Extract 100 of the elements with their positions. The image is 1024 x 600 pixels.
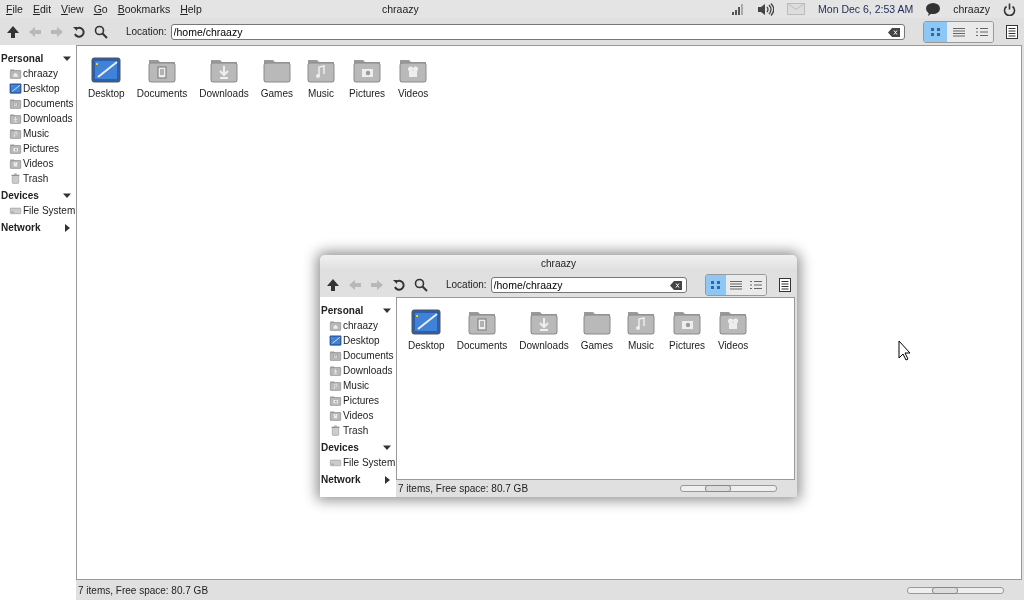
sidebar-item[interactable]: Trash — [0, 171, 76, 186]
icons-view-button[interactable] — [705, 274, 726, 295]
menu-item[interactable]: Edit — [32, 3, 52, 15]
sidebar-item[interactable]: Downloads — [320, 363, 396, 378]
zoom-slider[interactable] — [680, 485, 777, 492]
file-item[interactable]: Pictures — [344, 54, 391, 99]
list-view-button[interactable] — [725, 274, 746, 295]
sidebar-item[interactable]: chraazy — [0, 66, 76, 81]
sidebar-item-label[interactable]: Music — [343, 380, 370, 391]
icons-view-button[interactable] — [924, 21, 947, 42]
sidebar-item-label[interactable]: chraazy — [343, 320, 378, 331]
file-item[interactable]: Downloads — [194, 54, 254, 99]
expander-down-icon[interactable] — [383, 306, 391, 315]
zoom-slider-thumb[interactable] — [932, 586, 959, 594]
sidebar-item-label[interactable]: File System — [23, 205, 76, 216]
file-label[interactable]: Pictures — [669, 340, 706, 351]
sidebar-item-label[interactable]: File System — [343, 457, 396, 468]
volume-icon[interactable] — [757, 2, 775, 16]
sidebar-item[interactable]: Documents — [0, 96, 76, 111]
menu-item[interactable]: Help — [180, 3, 202, 15]
file-label[interactable]: Pictures — [349, 88, 386, 99]
sidebar-item-label[interactable]: Documents — [23, 98, 74, 109]
sidebar-item[interactable]: Videos — [320, 408, 396, 423]
user-name[interactable]: chraazy — [953, 3, 990, 15]
menu-item[interactable]: Bookmarks — [117, 3, 171, 15]
sidebar-item[interactable]: Pictures — [320, 393, 396, 408]
file-item[interactable]: Videos — [712, 306, 755, 351]
file-label[interactable]: Downloads — [199, 88, 249, 99]
sidebar-item[interactable]: File System — [320, 455, 396, 470]
menu-item[interactable]: File — [6, 3, 23, 15]
location-field[interactable]: /home/chraazy — [170, 23, 905, 40]
file-label[interactable]: Music — [627, 340, 655, 351]
file-label[interactable]: Videos — [717, 340, 749, 351]
power-icon[interactable] — [1003, 2, 1016, 16]
file-label[interactable]: Videos — [397, 88, 429, 99]
sidebar-item-label[interactable]: Downloads — [23, 113, 73, 124]
file-label[interactable]: Documents — [136, 88, 188, 99]
file-label[interactable]: Downloads — [519, 340, 569, 351]
sidebar-item-label[interactable]: Pictures — [23, 143, 60, 154]
sidebar-item[interactable]: Documents — [320, 348, 396, 363]
file-item[interactable]: Music — [300, 54, 342, 99]
file-item[interactable]: Music — [620, 306, 662, 351]
sidebar-item-label[interactable]: Desktop — [343, 335, 380, 346]
compact-view-button[interactable] — [970, 21, 993, 42]
sidebar-item-label[interactable]: Documents — [343, 350, 394, 361]
sidebar-item[interactable]: chraazy — [320, 318, 396, 333]
file-item[interactable]: Documents — [131, 54, 193, 99]
file-label[interactable]: Desktop — [88, 88, 125, 99]
chat-icon[interactable] — [926, 2, 941, 16]
sidebar-item-label[interactable]: Videos — [23, 158, 54, 169]
expander-right-icon[interactable] — [63, 223, 71, 232]
zoom-slider[interactable] — [907, 586, 1004, 594]
file-label[interactable]: Music — [307, 88, 335, 99]
up-button[interactable] — [4, 24, 22, 39]
sidebar-item[interactable]: Trash — [320, 423, 396, 438]
file-label[interactable]: Documents — [456, 340, 508, 351]
expander-down-icon[interactable] — [63, 54, 71, 63]
compact-view-button[interactable] — [745, 274, 766, 295]
menu-item[interactable]: View — [61, 3, 84, 15]
sidebar-item-label[interactable]: chraazy — [23, 68, 58, 79]
file-item[interactable]: Desktop — [403, 306, 450, 351]
sidebar-item[interactable]: Desktop — [320, 333, 396, 348]
file-item[interactable]: Downloads — [514, 306, 574, 351]
sidebar-item-label[interactable]: Downloads — [343, 365, 393, 376]
file-item[interactable]: Games — [575, 306, 618, 351]
search-button[interactable] — [412, 277, 430, 292]
signal-icon[interactable] — [732, 3, 745, 15]
zoom-slider-thumb[interactable] — [705, 485, 732, 492]
clock[interactable]: Mon Dec 6, 2:53 AM — [818, 3, 914, 15]
file-label[interactable]: Games — [580, 340, 613, 351]
sidebar-item[interactable]: Music — [320, 378, 396, 393]
up-button[interactable] — [324, 277, 342, 292]
sidebar-item-label[interactable]: Trash — [23, 173, 49, 184]
file-item[interactable]: Videos — [392, 54, 435, 99]
clear-icon[interactable] — [669, 280, 682, 290]
expander-right-icon[interactable] — [383, 475, 391, 484]
sidebar-item[interactable]: Videos — [0, 156, 76, 171]
file-item[interactable]: Pictures — [664, 306, 711, 351]
sidebar-item[interactable]: Desktop — [0, 81, 76, 96]
sidebar-item-label[interactable]: Pictures — [343, 395, 380, 406]
list-view-button[interactable] — [947, 21, 970, 42]
expander-down-icon[interactable] — [383, 443, 391, 452]
file-item[interactable]: Games — [255, 54, 298, 99]
location-field[interactable]: /home/chraazy — [490, 276, 687, 293]
sidebar-item[interactable]: Pictures — [0, 141, 76, 156]
search-button[interactable] — [92, 24, 110, 39]
expander-down-icon[interactable] — [63, 191, 71, 200]
sidebar-item[interactable]: File System — [0, 203, 76, 218]
sidebar-item[interactable]: Downloads — [0, 111, 76, 126]
clear-icon[interactable] — [888, 27, 900, 37]
sidebar-item-label[interactable]: Trash — [343, 425, 369, 436]
sidebar-item-label[interactable]: Desktop — [23, 83, 60, 94]
file-label[interactable]: Desktop — [408, 340, 445, 351]
sidebar-item-label[interactable]: Music — [23, 128, 50, 139]
file-item[interactable]: Desktop — [83, 54, 130, 99]
file-item[interactable]: Documents — [451, 306, 513, 351]
menu-item[interactable]: Go — [93, 3, 108, 15]
sidebar-item[interactable]: Music — [0, 126, 76, 141]
file-label[interactable]: Games — [260, 88, 293, 99]
sidebar-item-label[interactable]: Videos — [343, 410, 374, 421]
